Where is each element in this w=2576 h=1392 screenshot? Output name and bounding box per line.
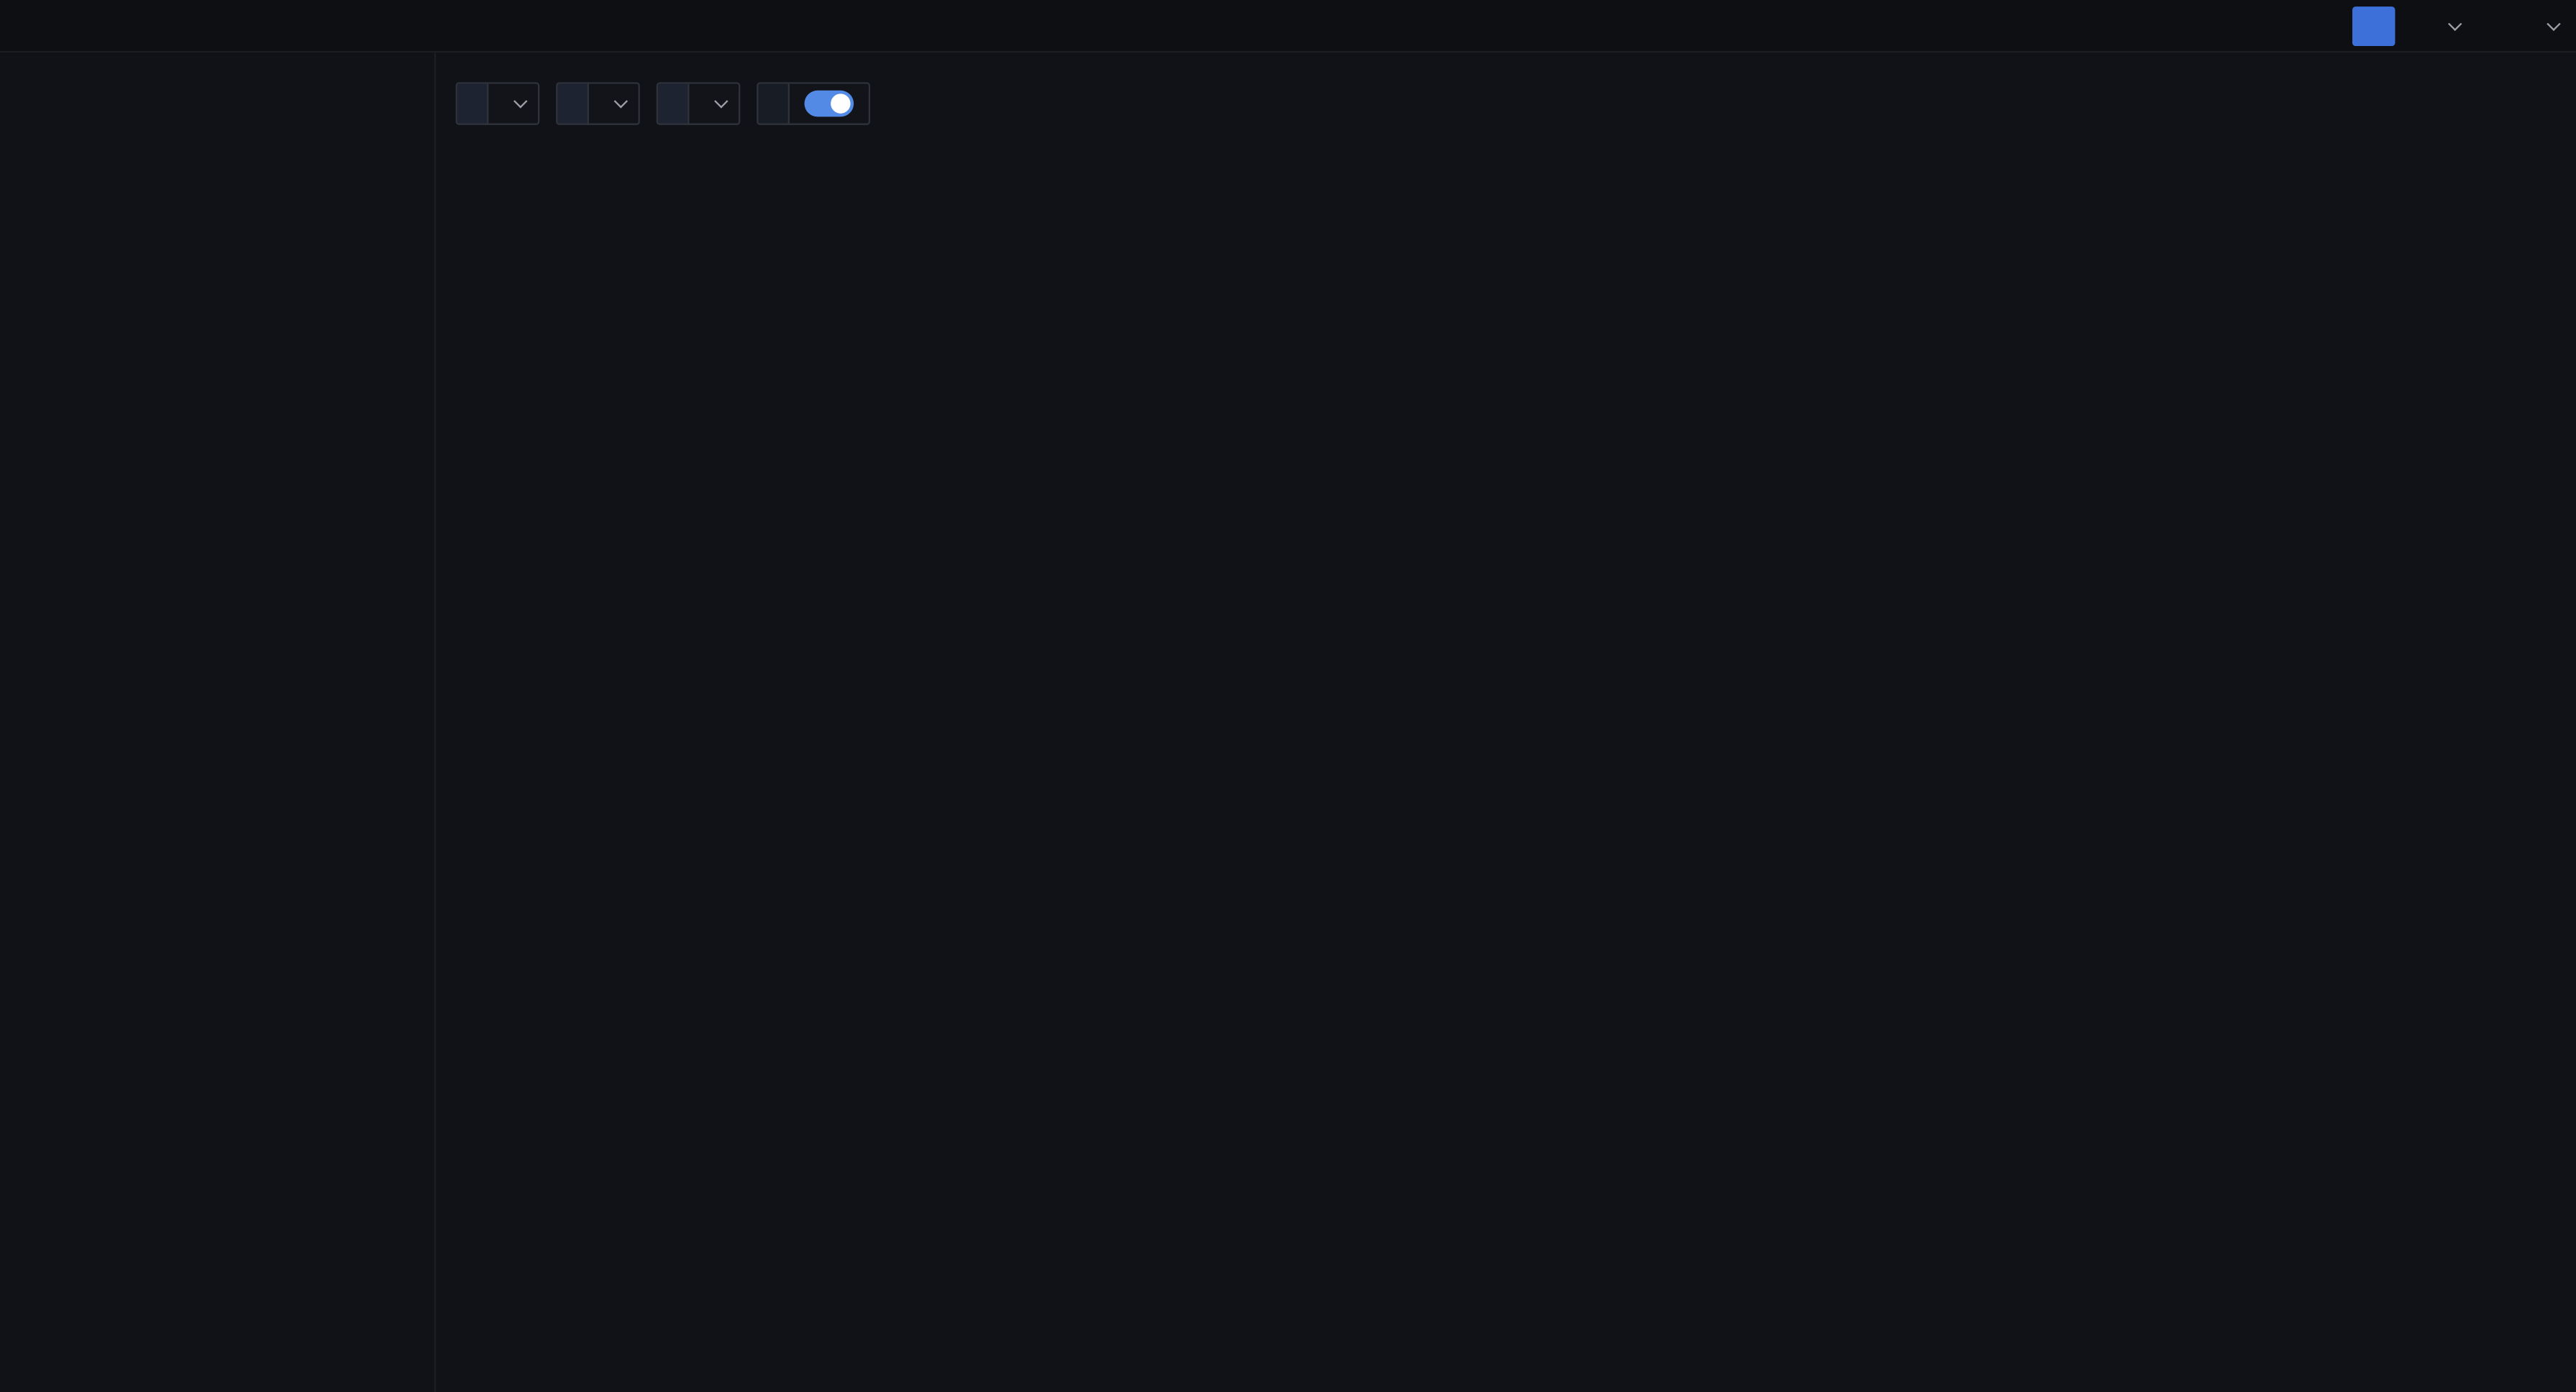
pmm-annotations-label [758,84,787,124]
cluster-select[interactable] [588,84,639,124]
chart-row-3 [456,1243,2557,1392]
interval-select[interactable] [487,84,538,124]
chart-row-2 [456,806,2557,1224]
grafana-dashboard [0,0,2576,1392]
service-name-label [658,84,688,124]
cluster-label [557,84,587,124]
pmm-annotations-control [757,82,870,124]
main-content [436,52,2576,1392]
nav-sidebar [0,52,436,1392]
chart-row-1 [456,368,2557,786]
refresh-interval-picker[interactable] [2526,21,2556,31]
pmm-annotations-toggle[interactable] [805,91,854,117]
stat-panels-row [456,204,2557,349]
time-range-picker[interactable] [2418,21,2457,31]
share-button[interactable] [2352,6,2395,45]
pmm-annotations-toggle-wrap [788,84,869,124]
service-name-select[interactable] [688,84,739,124]
interval-label [457,84,487,124]
service-name-variable [657,82,741,124]
dashboard-controls [456,82,2557,124]
toggle-knob [831,93,850,113]
top-bar [0,0,2576,52]
dashboard-links [456,145,2557,187]
cluster-variable [556,82,640,124]
interval-variable [456,82,540,124]
